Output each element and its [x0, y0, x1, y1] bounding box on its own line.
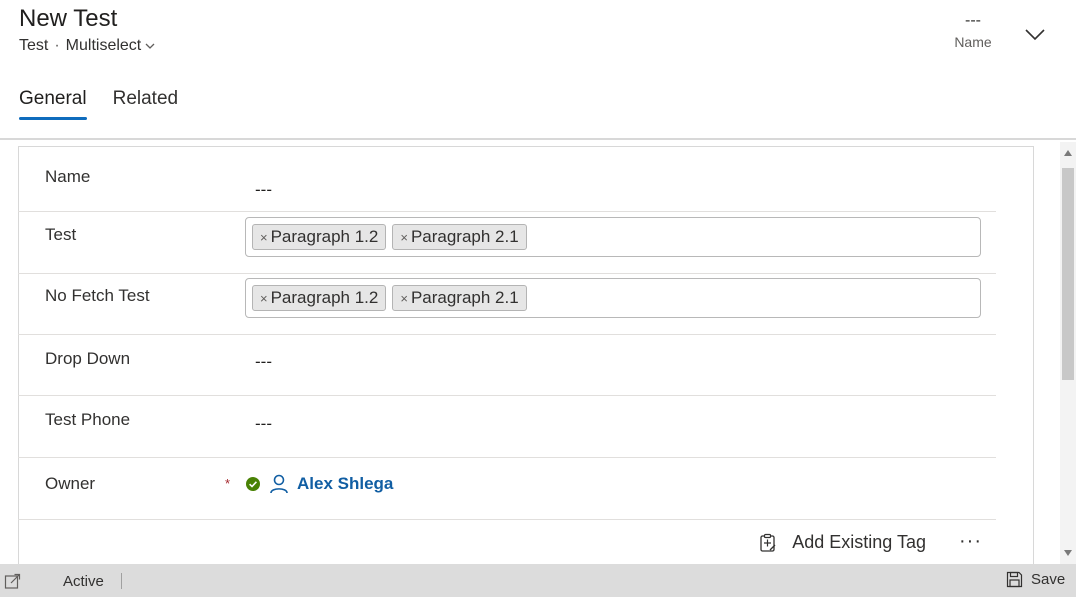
subgrid-command-bar: Add Existing Tag ··· [18, 524, 996, 564]
status-divider [121, 573, 122, 589]
expand-header-chevron-icon[interactable] [1022, 22, 1048, 46]
remove-tag-icon[interactable]: × [400, 230, 408, 245]
vertical-scrollbar[interactable] [1060, 142, 1076, 564]
save-button[interactable]: Save [1006, 571, 1065, 588]
scrollbar-thumb[interactable] [1062, 168, 1074, 380]
form-selector[interactable]: Multiselect [66, 37, 158, 55]
required-marker: * [225, 476, 231, 491]
tag-label: Paragraph 1.2 [270, 288, 379, 307]
name-field[interactable]: --- [255, 180, 272, 200]
field-row-name: Name --- [18, 154, 996, 212]
field-row-test-phone: Test Phone --- [18, 396, 996, 458]
remove-tag-icon[interactable]: × [260, 230, 268, 245]
owner-link[interactable]: Alex Shlega [297, 474, 393, 494]
form-header: New Test Test · Multiselect --- Name Gen… [0, 0, 1076, 140]
test-multiselect-input[interactable]: × Paragraph 1.2 × Paragraph 2.1 [245, 217, 981, 257]
status-bar: Active Save [0, 564, 1076, 597]
header-field-value: --- [965, 12, 981, 29]
subtitle-separator: · [54, 37, 60, 54]
field-label: Test Phone [45, 410, 131, 429]
tab-general[interactable]: General [19, 88, 87, 120]
save-label: Save [1031, 571, 1066, 588]
tag-chip: × Paragraph 2.1 [392, 285, 527, 311]
form-body: Name --- Test × Paragraph 1.2 × Paragrap… [0, 142, 1060, 564]
form-selector-label: Multiselect [65, 37, 142, 54]
add-existing-tag-label: Add Existing Tag [792, 532, 926, 552]
tab-related[interactable]: Related [113, 88, 179, 120]
field-row-test: Test × Paragraph 1.2 × Paragraph 2.1 [18, 212, 996, 274]
tag-label: Paragraph 2.1 [410, 288, 519, 307]
scroll-down-arrow-icon[interactable] [1064, 550, 1072, 556]
tag-label: Paragraph 1.2 [270, 227, 379, 246]
page-title: New Test [19, 5, 118, 32]
remove-tag-icon[interactable]: × [260, 291, 268, 306]
record-status: Active [63, 573, 104, 590]
remove-tag-icon[interactable]: × [400, 291, 408, 306]
more-commands-button[interactable]: ··· [959, 530, 982, 553]
no-fetch-test-multiselect-input[interactable]: × Paragraph 1.2 × Paragraph 2.1 [245, 278, 981, 318]
add-existing-tag-button[interactable]: Add Existing Tag [758, 532, 926, 553]
field-label: Owner [45, 474, 96, 493]
tag-chip: × Paragraph 2.1 [392, 224, 527, 250]
tag-label: Paragraph 2.1 [410, 227, 519, 246]
save-icon [1006, 571, 1023, 588]
clipboard-add-icon [760, 533, 776, 552]
entity-name: Test [19, 37, 49, 54]
tag-chip: × Paragraph 1.2 [252, 224, 387, 250]
scroll-up-arrow-icon[interactable] [1064, 150, 1072, 156]
open-in-new-window-icon[interactable] [4, 572, 22, 590]
field-row-drop-down: Drop Down --- [18, 335, 996, 396]
field-label: Name [45, 167, 91, 186]
test-phone-field[interactable]: --- [255, 414, 272, 434]
person-icon [270, 474, 288, 494]
tab-list: General Related [19, 88, 178, 120]
chevron-down-icon [145, 43, 155, 49]
drop-down-field[interactable]: --- [255, 352, 272, 372]
form-subtitle: Test · Multiselect [19, 37, 157, 55]
owner-lookup: Alex Shlega [245, 473, 393, 495]
field-label: No Fetch Test [45, 286, 150, 305]
tag-chip: × Paragraph 1.2 [252, 285, 387, 311]
field-label: Drop Down [45, 349, 131, 368]
field-row-no-fetch-test: No Fetch Test × Paragraph 1.2 × Paragrap… [18, 274, 996, 335]
field-label: Test [45, 225, 77, 244]
header-field-name: --- Name [940, 12, 1006, 50]
header-field-label: Name [954, 34, 992, 50]
presence-available-icon [246, 477, 260, 491]
field-row-owner: Owner * Alex Shlega [18, 458, 996, 520]
